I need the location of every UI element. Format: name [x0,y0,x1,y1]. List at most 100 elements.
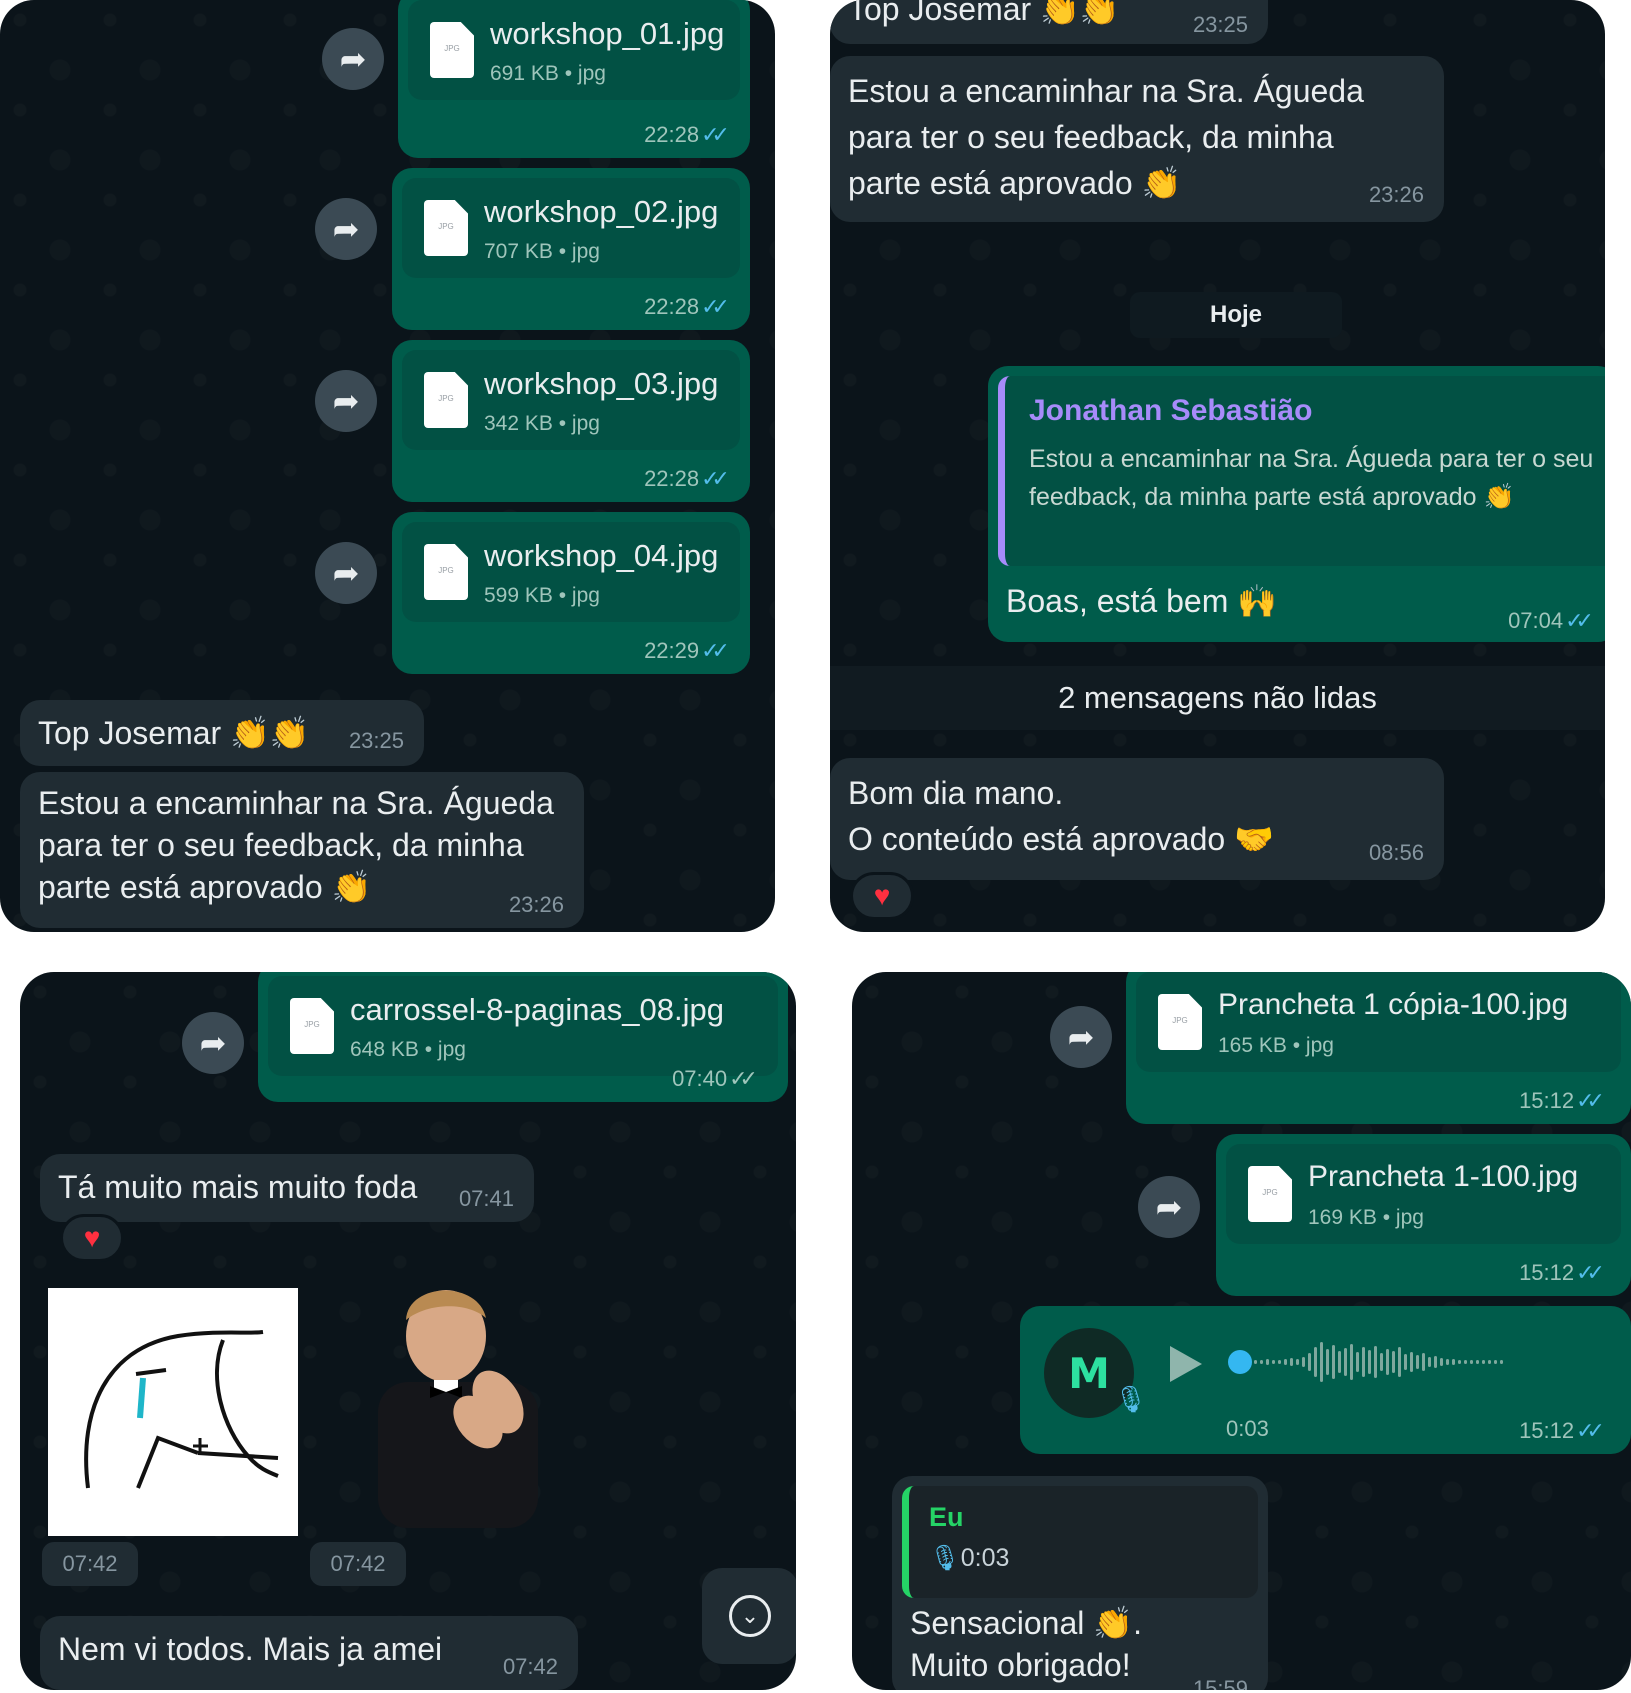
document-card[interactable]: JPG Prancheta 1 cópia-100.jpg 165 KB • j… [1136,972,1621,1072]
file-icon: JPG [424,200,468,256]
waveform-bar [1386,1349,1389,1375]
document-card[interactable]: JPG Prancheta 1-100.jpg 169 KB • jpg [1226,1144,1621,1244]
document-card[interactable]: JPG workshop_04.jpg 599 KB • jpg [402,522,740,622]
incoming-message[interactable]: Estou a encaminhar na Sra. Águeda para t… [830,56,1444,222]
quoted-message[interactable]: Jonathan Sebastião Estou a encaminhar na… [998,376,1605,566]
scroll-down-button[interactable]: ⌄ [702,1568,796,1664]
document-message[interactable]: JPG workshop_02.jpg 707 KB • jpg 22:28 ✓✓ [392,168,750,330]
forward-icon[interactable]: ➦ [315,198,377,260]
unread-divider: 2 mensagens não lidas [830,666,1605,730]
file-icon: JPG [424,372,468,428]
document-meta: 342 KB • jpg [484,412,600,435]
document-card[interactable]: JPG workshop_01.jpg 691 KB • jpg [408,0,740,100]
message-time: 23:26 [508,892,564,917]
waveform-bar [1332,1345,1335,1379]
sticker-clapping-man[interactable] [338,1272,566,1528]
waveform[interactable] [1230,1336,1560,1388]
document-name: workshop_03.jpg [484,366,719,401]
playback-slider-handle[interactable] [1228,1350,1252,1374]
waveform-bar [1320,1342,1323,1382]
document-name: Prancheta 1-100.jpg [1308,1160,1579,1193]
incoming-message[interactable]: Top Josemar 👏👏 23:25 [830,0,1268,44]
file-icon: JPG [290,998,334,1054]
message-text: Boas, está bem 🙌 [1006,583,1278,619]
crying-blob-drawing [84,1330,279,1489]
message-time: 23:25 [1192,12,1248,37]
waveform-bar [1314,1347,1317,1377]
document-meta: 599 KB • jpg [484,584,600,607]
quoted-voice-message[interactable]: Eu 🎙0:03 [902,1486,1258,1598]
document-message[interactable]: JPG workshop_03.jpg 342 KB • jpg 22:28 ✓✓ [392,340,750,502]
incoming-message[interactable]: Top Josemar 👏👏 23:25 [20,700,424,766]
forward-icon[interactable]: ➦ [315,542,377,604]
waveform-bar [1416,1355,1419,1369]
forward-icon[interactable]: ➦ [315,370,377,432]
message-time: 23:26 [1368,182,1424,207]
heart-reaction-icon[interactable]: ♥ [850,872,914,920]
double-check-icon: ✓✓ [701,122,730,147]
document-message[interactable]: JPG workshop_04.jpg 599 KB • jpg 22:29 ✓✓ [392,512,750,674]
clapping-hands-icon: 👏 [331,869,372,905]
quote-author: Eu [929,1502,964,1532]
waveform-bar [1302,1357,1305,1367]
waveform-bar [1356,1352,1359,1372]
document-message[interactable]: JPG Prancheta 1-100.jpg 169 KB • jpg 15:… [1216,1134,1631,1296]
document-card[interactable]: JPG carrossel-8-paginas_08.jpg 648 KB • … [268,976,778,1076]
voice-message[interactable]: M 🎙 0:03 15:12 ✓✓ [1020,1306,1631,1454]
waveform-bar [1374,1346,1377,1378]
quote-author: Jonathan Sebastião [1029,394,1313,427]
reply-message[interactable]: Eu 🎙0:03 Sensacional 👏. Muito obrigado! … [892,1476,1268,1690]
incoming-message[interactable]: Bom dia mano. O conteúdo está aprovado 🤝… [830,758,1444,880]
waveform-bar [1326,1349,1329,1375]
chat-panel-bottom-left: ➦ JPG carrossel-8-paginas_08.jpg 648 KB … [20,972,796,1690]
message-time: 07:41 [458,1186,514,1211]
forward-icon[interactable]: ➦ [1050,1006,1112,1068]
waveform-bar [1428,1357,1431,1367]
message-time: 08:56 [1368,840,1424,865]
chat-panel-bottom-right: ➦ JPG Prancheta 1 cópia-100.jpg 165 KB •… [852,972,1631,1690]
forward-icon[interactable]: ➦ [182,1012,244,1074]
waveform-bar [1344,1348,1347,1376]
message-text: Top Josemar 👏👏 [848,0,1120,32]
document-message[interactable]: JPG Prancheta 1 cópia-100.jpg 165 KB • j… [1126,972,1631,1124]
waveform-bar [1296,1359,1299,1365]
heart-reaction-icon[interactable]: ♥ [60,1214,124,1262]
waveform-bar [1254,1360,1257,1364]
document-card[interactable]: JPG workshop_02.jpg 707 KB • jpg [402,178,740,278]
waveform-bar [1398,1347,1401,1377]
incoming-message[interactable]: Tá muito mais muito foda 07:41 [40,1154,534,1222]
clapping-hands-icon: 👏 [1483,483,1515,511]
waveform-bar [1488,1360,1491,1364]
waveform-bar [1260,1360,1263,1364]
microphone-icon: 🎙 [1114,1384,1148,1414]
quoted-duration: 🎙0:03 [929,1544,1010,1572]
document-card[interactable]: JPG workshop_03.jpg 342 KB • jpg [402,350,740,450]
waveform-bar [1410,1352,1413,1372]
document-meta: 169 KB • jpg [1308,1206,1424,1229]
forward-icon[interactable]: ➦ [1138,1176,1200,1238]
message-time: 15:12 ✓✓ [1519,1418,1605,1444]
document-message[interactable]: JPG carrossel-8-paginas_08.jpg 648 KB • … [258,972,788,1102]
waveform-bar [1308,1353,1311,1371]
clapping-hands-icon: 👏👏 [230,715,310,751]
waveform-bar [1464,1360,1467,1364]
waveform-bar [1404,1354,1407,1370]
waveform-bar [1362,1347,1365,1377]
waveform-bar [1452,1359,1455,1365]
clapping-hands-icon: 👏 [1093,1605,1134,1641]
waveform-bar [1392,1351,1395,1373]
message-text: Bom dia mano. O conteúdo está aprovado 🤝 [848,775,1274,857]
incoming-message[interactable]: Nem vi todos. Mais ja amei 07:42 [40,1616,578,1690]
incoming-message[interactable]: Estou a encaminhar na Sra. Águeda para t… [20,772,584,928]
message-text: Estou a encaminhar na Sra. Águeda para t… [848,73,1364,201]
document-message[interactable]: JPG workshop_01.jpg 691 KB • jpg 22:28 ✓✓ [398,0,750,158]
file-icon: JPG [1248,1166,1292,1222]
chevron-down-icon: ⌄ [729,1595,771,1637]
message-time: 22:28 ✓✓ [644,122,730,148]
forward-icon[interactable]: ➦ [322,28,384,90]
sticker-drawing[interactable] [48,1288,298,1536]
document-meta: 165 KB • jpg [1218,1034,1334,1057]
reply-message[interactable]: Jonathan Sebastião Estou a encaminhar na… [988,366,1605,642]
play-icon[interactable] [1170,1346,1202,1382]
double-check-icon: ✓✓ [729,1066,758,1091]
